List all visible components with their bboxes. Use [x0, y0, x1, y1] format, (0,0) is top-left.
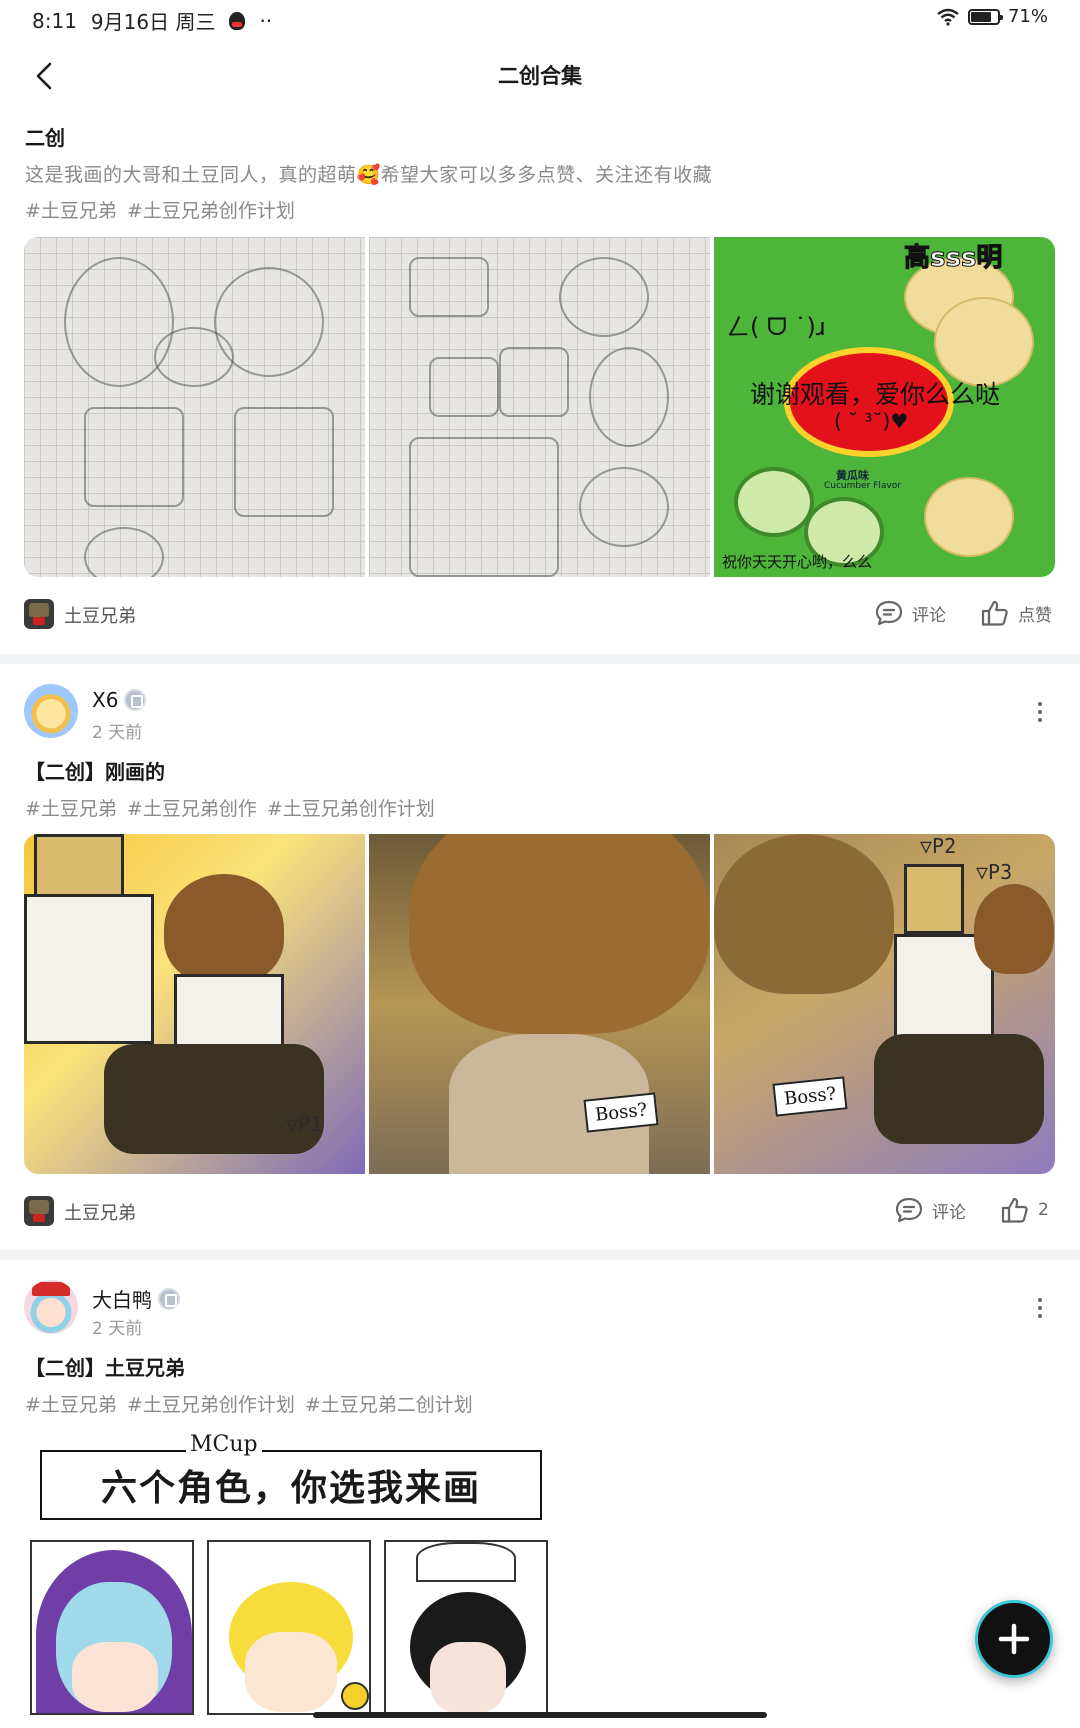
post-tags: #土豆兄弟 #土豆兄弟创作 #土豆兄弟创作计划 [25, 794, 435, 821]
more-options-button[interactable] [1028, 694, 1052, 730]
post-title: 二创 [25, 126, 65, 150]
character-box-3 [384, 1540, 548, 1715]
overlay-kiss-emoticon: ( ˘ ³˘)♥ [834, 409, 909, 433]
comment-label: 评论 [932, 1202, 966, 1223]
like-button[interactable]: 点赞 [980, 599, 1052, 627]
comment-button[interactable]: 评论 [894, 1196, 966, 1224]
tag[interactable]: #土豆兄弟 [25, 196, 117, 223]
post-tags: #土豆兄弟 #土豆兄弟创作计划 #土豆兄弟二创计划 [25, 1390, 473, 1417]
post-meta-row: 土豆兄弟 评论 2 [24, 1194, 1056, 1230]
post-image-sketch-2[interactable] [369, 237, 710, 577]
home-indicator[interactable] [313, 1712, 767, 1718]
tag[interactable]: #土豆兄弟创作计划 [127, 196, 295, 223]
post-images: ▽P1 Boss? Boss? ▽P2 ▽P3 [24, 834, 1055, 1174]
status-time: 8:11 [32, 8, 77, 33]
battery-icon [967, 8, 1003, 25]
user-level-badge-icon [124, 689, 147, 711]
thumbs-up-icon [1001, 1197, 1028, 1223]
character-box-2 [207, 1540, 371, 1715]
create-post-button[interactable] [975, 1600, 1053, 1678]
post-title: 【二创】刚画的 [25, 760, 165, 784]
user-avatar[interactable] [24, 1280, 78, 1334]
user-avatar[interactable] [24, 684, 78, 738]
post-image-sketch-1[interactable] [24, 237, 365, 577]
channel-avatar[interactable] [24, 599, 54, 629]
author-name-row[interactable]: 大白鸭 [92, 1284, 180, 1313]
post-image-anime-3[interactable]: Boss? ▽P2 ▽P3 [714, 834, 1055, 1174]
status-left: 8:11 9月16日 周三 ·· [32, 6, 272, 35]
status-more: ·· [259, 8, 273, 33]
like-count: 2 [1038, 1200, 1049, 1220]
post-image-chip-bag[interactable]: 高sss明 ㄥ( ᗜ ˙)ɹ 谢谢观看，爱你么么哒 ( ˘ ³˘)♥ 黄瓜味 C… [714, 237, 1055, 577]
comment-button[interactable]: 评论 [874, 599, 946, 627]
comment-bubble-icon [875, 600, 903, 626]
post-images: 高sss明 ㄥ( ᗜ ˙)ɹ 谢谢观看，爱你么么哒 ( ˘ ³˘)♥ 黄瓜味 C… [24, 237, 1055, 577]
sheet-mcup-label: MCup [186, 1432, 262, 1457]
sheet-heading: 六个角色，你选我来画 [40, 1450, 542, 1520]
channel-name[interactable]: 土豆兄弟 [64, 602, 136, 628]
tag[interactable]: #土豆兄弟 [25, 1390, 117, 1417]
like-button[interactable]: 2 [1000, 1196, 1049, 1224]
post-meta-row: 土豆兄弟 评论 点赞 [24, 597, 1056, 633]
post-separator [0, 654, 1080, 664]
tag[interactable]: #土豆兄弟 [25, 794, 117, 821]
image-label-p3: ▽P3 [976, 860, 1013, 884]
user-level-badge-icon [158, 1287, 180, 1310]
page-title: 二创合集 [498, 64, 582, 88]
post-title: 【二创】土豆兄弟 [25, 1356, 185, 1380]
flavor-label-en: Cucumber Flavor [824, 481, 901, 491]
post-time: 2 天前 [92, 723, 143, 743]
tag[interactable]: #土豆兄弟二创计划 [305, 1390, 473, 1417]
header: 二创合集 [0, 44, 1080, 108]
status-date: 9月16日 周三 [90, 10, 216, 34]
status-bar: 8:11 9月16日 周三 ·· 71% [0, 0, 1080, 40]
like-label: 点赞 [1018, 605, 1052, 626]
battery-percent: 71% [1007, 6, 1048, 27]
overlay-bottom-text: 祝你天天开心哟，么么 [722, 553, 873, 571]
comment-label: 评论 [912, 605, 946, 626]
tag[interactable]: #土豆兄弟创作计划 [267, 794, 435, 821]
post-tags: #土豆兄弟 #土豆兄弟创作计划 [25, 196, 295, 223]
author-name: 大白鸭 [92, 1288, 152, 1312]
author-name: X6 [92, 688, 119, 712]
channel-name[interactable]: 土豆兄弟 [64, 1199, 136, 1225]
overlay-top-text: 高sss明 [903, 243, 1003, 274]
image-label-boss: Boss? [772, 1076, 848, 1117]
overlay-emoticon: ㄥ( ᗜ ˙)ɹ [726, 313, 826, 341]
qq-icon [229, 11, 246, 30]
thumbs-up-icon [981, 600, 1008, 626]
tag[interactable]: #土豆兄弟创作 [127, 794, 257, 821]
status-right: 71% [936, 6, 1048, 27]
author-name-row[interactable]: X6 [92, 688, 147, 712]
post-description: 这是我画的大哥和土豆同人，真的超萌🥰希望大家可以多多点赞、关注还有收藏 [25, 164, 713, 186]
post-image-anime-1[interactable]: ▽P1 [24, 834, 365, 1174]
tag[interactable]: #土豆兄弟创作计划 [127, 1390, 295, 1417]
wifi-icon [937, 8, 959, 26]
character-box-1 [30, 1540, 194, 1715]
santa-hat [32, 1282, 70, 1296]
post-time: 2 天前 [92, 1319, 143, 1339]
comment-bubble-icon [895, 1197, 923, 1223]
overlay-thanks-text: 谢谢观看，爱你么么哒 [750, 380, 1001, 409]
battery-fill [970, 11, 991, 22]
post-separator [0, 1250, 1080, 1260]
post-image-anime-2[interactable]: Boss? [369, 834, 710, 1174]
more-options-button[interactable] [1028, 1290, 1052, 1326]
channel-avatar[interactable] [24, 1196, 54, 1226]
image-label-p2: ▽P2 [920, 834, 957, 858]
plus-icon [998, 1623, 1030, 1655]
image-label-p1: ▽P1 [286, 1112, 323, 1136]
